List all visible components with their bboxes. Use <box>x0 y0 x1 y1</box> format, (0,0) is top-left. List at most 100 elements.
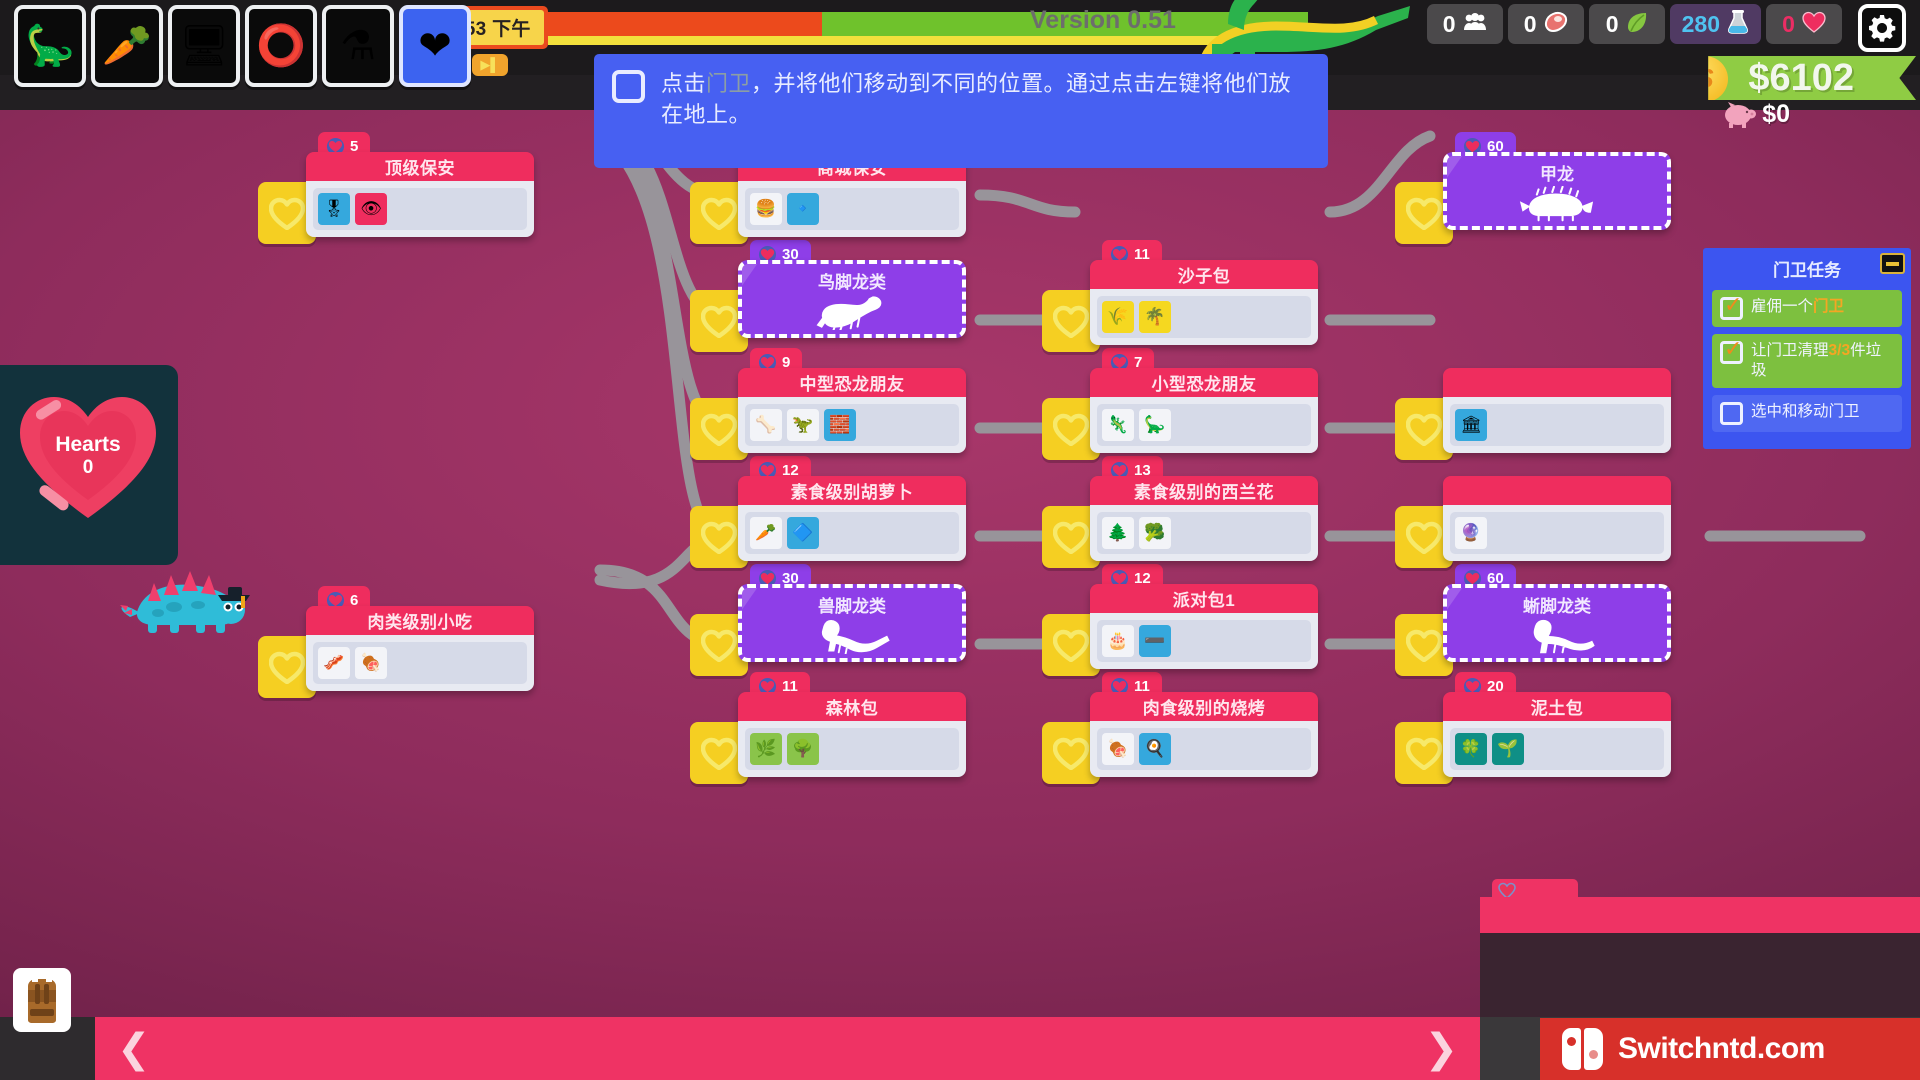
tech-card[interactable]: 派对包1 🎂 ➖ <box>1090 584 1318 669</box>
bottom-navigation-bar[interactable]: ❮ ❯ <box>95 1017 1480 1080</box>
tech-card[interactable]: 🔮 <box>1443 476 1671 561</box>
node-item-slot[interactable]: 🍖 <box>1102 733 1134 765</box>
locked-tech-card[interactable]: 鸟脚龙类 <box>738 260 966 338</box>
node-card-wrap[interactable]: 12 派对包1 🎂 ➖ <box>1090 564 1318 669</box>
tech-node[interactable]: 60 蜥脚龙类 <box>1395 564 1671 676</box>
habitat-slot[interactable]: 🦕 <box>14 5 86 87</box>
node-item-slot[interactable]: 🥓 <box>318 647 350 679</box>
node-card-wrap[interactable]: 🔮 <box>1443 476 1671 561</box>
tech-node[interactable]: 9 中型恐龙朋友 🦴 🦖 🧱 <box>690 348 966 460</box>
tech-card[interactable]: 泥土包 🍀 🌱 <box>1443 692 1671 777</box>
fast-forward-icon[interactable]: ▶▌ <box>472 54 508 76</box>
node-item-slot[interactable]: 🍖 <box>355 647 387 679</box>
backpack-button[interactable] <box>13 968 71 1032</box>
node-card-wrap[interactable]: 5 顶级保安 🎖 👁 <box>306 132 534 237</box>
node-card-wrap[interactable]: 11 肉食级别的烧烤 🍖 🍳 <box>1090 672 1318 777</box>
tech-node[interactable]: 13 素食级别的西兰花 🌲 🥦 <box>1042 456 1318 568</box>
tech-card[interactable]: 森林包 🌿 🌳 <box>738 692 966 777</box>
node-item-slot[interactable]: 🍀 <box>1455 733 1487 765</box>
tech-node[interactable]: 30 鸟脚龙类 <box>690 240 966 352</box>
quest-item[interactable]: 让门卫清理3/3件垃圾 <box>1712 334 1902 389</box>
tech-node[interactable]: 5 顶级保安 🎖 👁 <box>258 132 534 244</box>
decor-slot[interactable]: ⭕ <box>245 5 317 87</box>
node-card-wrap[interactable]: 60 蜥脚龙类 <box>1443 564 1671 662</box>
node-card-wrap[interactable]: 9 中型恐龙朋友 🦴 🦖 🧱 <box>738 348 966 453</box>
node-item-slot[interactable]: 🔮 <box>1455 517 1487 549</box>
node-card-wrap[interactable]: 20 泥土包 🍀 🌱 <box>1443 672 1671 777</box>
node-item-slot[interactable]: 🔹 <box>787 193 819 225</box>
node-item-slot[interactable]: 👁 <box>355 193 387 225</box>
node-card-wrap[interactable]: 6 肉类级别小吃 🥓 🍖 <box>306 586 534 691</box>
node-item-slot[interactable]: 🎖 <box>318 193 350 225</box>
node-card-wrap[interactable]: 11 森林包 🌿 🌳 <box>738 672 966 777</box>
node-item-slot[interactable]: 🦴 <box>750 409 782 441</box>
minimize-button[interactable] <box>1880 253 1905 274</box>
resource-counters[interactable]: 0 0 0 280 0 <box>1426 4 1842 44</box>
tech-card[interactable]: 🏛 <box>1443 368 1671 453</box>
node-item-slot[interactable]: 🌿 <box>750 733 782 765</box>
node-card-wrap[interactable]: 30 鸟脚龙类 <box>738 240 966 338</box>
prev-page-button[interactable]: ❮ <box>117 1026 151 1072</box>
node-card-wrap[interactable]: 60 甲龙 <box>1443 132 1671 230</box>
potion-slot[interactable]: ⚗ <box>322 5 394 87</box>
quest-panel[interactable]: 门卫任务 雇佣一个门卫让门卫清理3/3件垃圾选中和移动门卫 <box>1703 248 1911 450</box>
locked-tech-card[interactable]: 甲龙 <box>1443 152 1671 230</box>
tech-node[interactable]: 20 泥土包 🍀 🌱 <box>1395 672 1671 784</box>
tech-card[interactable]: 素食级别的西兰花 🌲 🥦 <box>1090 476 1318 561</box>
screen-slot[interactable]: 🖥 <box>168 5 240 87</box>
next-page-button[interactable]: ❯ <box>1424 1026 1458 1072</box>
tech-node[interactable]: 🏛 <box>1395 368 1671 460</box>
locked-tech-card[interactable]: 兽脚龙类 <box>738 584 966 662</box>
node-item-slot[interactable]: 🌲 <box>1102 517 1134 549</box>
node-card-wrap[interactable]: 13 素食级别的西兰花 🌲 🥦 <box>1090 456 1318 561</box>
node-item-slot[interactable]: 🍔 <box>750 193 782 225</box>
locked-tech-card[interactable]: 蜥脚龙类 <box>1443 584 1671 662</box>
tech-card[interactable]: 中型恐龙朋友 🦴 🦖 🧱 <box>738 368 966 453</box>
node-item-slot[interactable]: 🌱 <box>1492 733 1524 765</box>
tech-card[interactable]: 沙子包 🌾 🌴 <box>1090 260 1318 345</box>
tech-node[interactable]: 11 沙子包 🌾 🌴 <box>1042 240 1318 352</box>
tech-card[interactable]: 肉类级别小吃 🥓 🍖 <box>306 606 534 691</box>
tech-node[interactable]: 11 森林包 🌿 🌳 <box>690 672 966 784</box>
node-card-wrap[interactable]: 7 小型恐龙朋友 🦎 🦕 <box>1090 348 1318 453</box>
tutorial-checkbox[interactable] <box>612 70 645 103</box>
food-slot[interactable]: 🥕 <box>91 5 163 87</box>
quest-checkbox[interactable] <box>1720 336 1743 364</box>
node-card-wrap[interactable]: 🏛 <box>1443 368 1671 453</box>
node-card-wrap[interactable]: 11 沙子包 🌾 🌴 <box>1090 240 1318 345</box>
node-item-slot[interactable]: 🌴 <box>1139 301 1171 333</box>
tech-card[interactable]: 素食级别胡萝卜 🥕 🔷 <box>738 476 966 561</box>
toolbelt[interactable]: 🦕 🥕 🖥 ⭕ ⚗ ❤ <box>14 5 471 87</box>
node-item-slot[interactable]: 🌾 <box>1102 301 1134 333</box>
tech-node[interactable]: 11 肉食级别的烧烤 🍖 🍳 <box>1042 672 1318 784</box>
node-card-wrap[interactable]: 30 兽脚龙类 <box>738 564 966 662</box>
quest-item[interactable]: 雇佣一个门卫 <box>1712 290 1902 327</box>
tech-card[interactable]: 顶级保安 🎖 👁 <box>306 152 534 237</box>
heart-slot[interactable]: ❤ <box>399 5 471 87</box>
tech-node[interactable]: 60 甲龙 <box>1395 132 1671 244</box>
tech-node[interactable]: 30 兽脚龙类 <box>690 564 966 676</box>
tech-node[interactable]: 🔮 <box>1395 476 1671 568</box>
quest-checkbox[interactable] <box>1720 292 1743 320</box>
node-item-slot[interactable]: ➖ <box>1139 625 1171 657</box>
tech-node[interactable]: 6 肉类级别小吃 🥓 🍖 <box>258 586 534 698</box>
settings-button[interactable] <box>1852 4 1906 52</box>
node-card-wrap[interactable]: 12 素食级别胡萝卜 🥕 🔷 <box>738 456 966 561</box>
node-item-slot[interactable]: 🥦 <box>1139 517 1171 549</box>
node-item-slot[interactable]: 🦎 <box>1102 409 1134 441</box>
node-item-slot[interactable]: 🥕 <box>750 517 782 549</box>
node-item-slot[interactable]: 🧱 <box>824 409 856 441</box>
node-item-slot[interactable]: 🎂 <box>1102 625 1134 657</box>
node-item-slot[interactable]: 🔷 <box>787 517 819 549</box>
tech-node[interactable]: 12 素食级别胡萝卜 🥕 🔷 <box>690 456 966 568</box>
tech-node[interactable]: 7 小型恐龙朋友 🦎 🦕 <box>1042 348 1318 460</box>
node-item-slot[interactable]: 🦕 <box>1139 409 1171 441</box>
node-item-slot[interactable]: 🍳 <box>1139 733 1171 765</box>
node-item-slot[interactable]: 🏛 <box>1455 409 1487 441</box>
tech-node[interactable]: 12 派对包1 🎂 ➖ <box>1042 564 1318 676</box>
node-item-slot[interactable]: 🌳 <box>787 733 819 765</box>
tutorial-popup[interactable]: 点击门卫，并将他们移动到不同的位置。通过点击左键将他们放在地上。 <box>594 54 1328 168</box>
tech-card[interactable]: 肉食级别的烧烤 🍖 🍳 <box>1090 692 1318 777</box>
node-item-slot[interactable]: 🦖 <box>787 409 819 441</box>
quest-checkbox[interactable] <box>1720 402 1743 426</box>
